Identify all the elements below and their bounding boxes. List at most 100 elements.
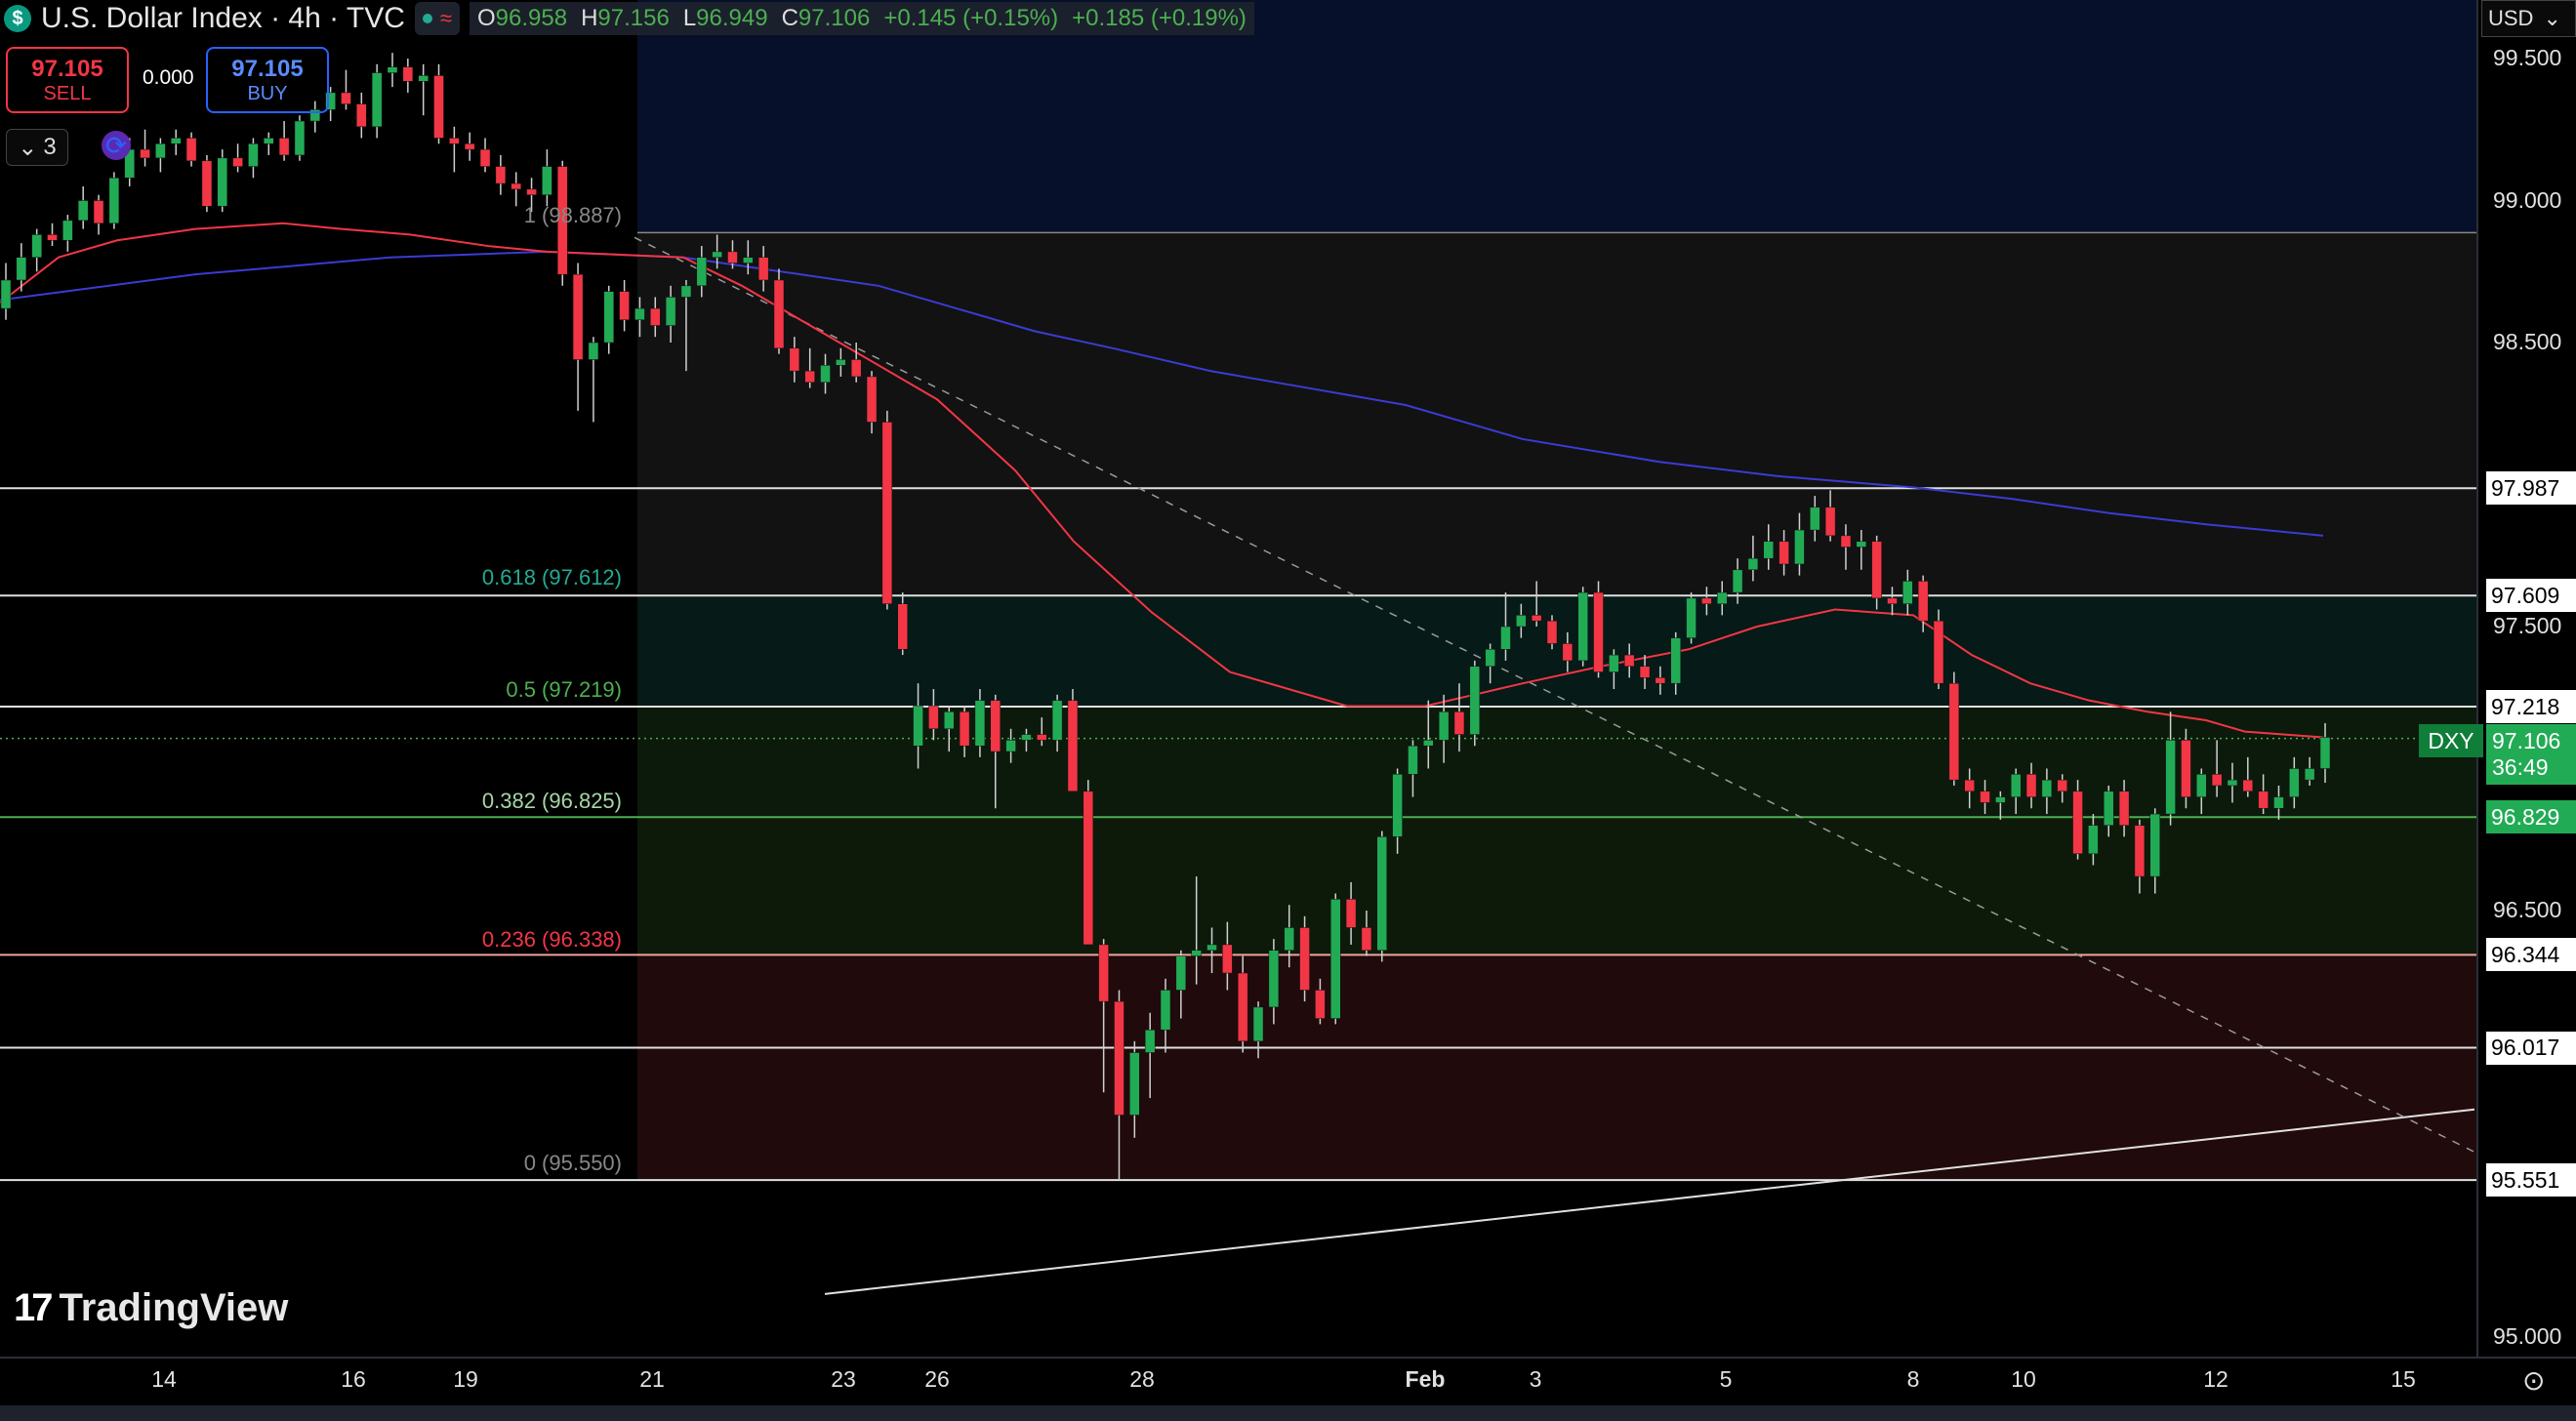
- candle-body: [1252, 1006, 1264, 1042]
- buy-price: 97.105: [231, 55, 304, 82]
- candle-body: [2010, 774, 2022, 797]
- sync-icon[interactable]: ⟳: [102, 131, 131, 160]
- candle-body: [665, 297, 676, 326]
- candle-body: [866, 376, 878, 423]
- level-price-tag: 96.344: [2486, 938, 2576, 972]
- chevron-down-icon: ⌄: [18, 134, 38, 161]
- candle-body: [2227, 779, 2238, 787]
- candle-body: [757, 257, 769, 281]
- candle-body: [1500, 626, 1511, 650]
- candle-body: [341, 92, 351, 104]
- candle-body: [1794, 529, 1805, 565]
- candle-body: [62, 220, 73, 241]
- candle-body: [77, 200, 89, 222]
- candle-body: [1516, 615, 1527, 628]
- chart-canvas[interactable]: [0, 0, 2576, 1421]
- candle-body: [1329, 899, 1341, 1019]
- candle-body: [1609, 654, 1619, 672]
- candle-body: [1747, 557, 1759, 571]
- change-value: +0.145 (+0.15%): [883, 5, 1059, 31]
- dollar-logo-icon[interactable]: $: [4, 5, 31, 32]
- time-tick-label: 12: [2203, 1366, 2228, 1392]
- candle-body: [294, 120, 306, 156]
- fib-level-label: 1 (98.887): [523, 203, 622, 228]
- candle-body: [2088, 825, 2099, 855]
- candle-body: [217, 157, 228, 207]
- indicators-toggle-button[interactable]: ⌄ 3: [6, 129, 68, 166]
- indicator-count: 3: [43, 134, 57, 160]
- candle-body: [619, 291, 630, 320]
- price-tick-label: 95.000: [2493, 1322, 2562, 1349]
- tradingview-logo-icon: 17: [14, 1286, 53, 1329]
- candle-body: [2025, 774, 2037, 797]
- candle-body: [2211, 774, 2223, 787]
- candle-body: [820, 365, 831, 383]
- price-axis-divider: [2476, 0, 2478, 1357]
- tradingview-watermark[interactable]: 17 TradingView: [14, 1286, 288, 1330]
- market-status[interactable]: ≈: [414, 2, 460, 35]
- candle-body: [1345, 899, 1357, 928]
- candle-body: [1902, 581, 1913, 604]
- candle-body: [712, 251, 722, 258]
- candle-body: [928, 706, 939, 730]
- candle-body: [2057, 779, 2067, 792]
- candle-body: [371, 72, 383, 128]
- candle-body: [479, 148, 491, 167]
- candle-body: [464, 143, 475, 150]
- symbol-title[interactable]: U.S. Dollar Index · 4h · TVC: [41, 2, 405, 35]
- time-tick-label: 23: [831, 1366, 856, 1392]
- price-tick-label: 97.500: [2493, 613, 2562, 638]
- open-value: 96.958: [495, 5, 568, 31]
- candle-body: [1021, 734, 1032, 741]
- candle-body: [1701, 597, 1712, 604]
- buy-button[interactable]: 97.105 BUY: [206, 47, 329, 113]
- candle-body: [696, 257, 708, 287]
- candle-body: [680, 285, 692, 298]
- low-label: L: [682, 5, 697, 31]
- candle-body: [108, 177, 120, 224]
- market-open-icon: [422, 14, 432, 23]
- candle-body: [2118, 791, 2130, 826]
- candle-body: [1469, 666, 1481, 735]
- symbol-header: $ U.S. Dollar Index · 4h · TVC ≈ O96.958…: [0, 0, 1254, 37]
- candle-body: [526, 188, 537, 195]
- time-tick-label: 19: [453, 1366, 478, 1392]
- candle-body: [1037, 734, 1047, 741]
- candle-body: [1964, 779, 1975, 792]
- change2-value: +0.185 (+0.19%): [1072, 5, 1247, 31]
- candle-body: [1051, 700, 1063, 741]
- candle-body: [1856, 541, 1867, 548]
- candle-body: [650, 307, 661, 326]
- candle-body: [1531, 615, 1542, 622]
- sell-button[interactable]: 97.105 SELL: [6, 47, 129, 113]
- candle-body: [2103, 791, 2114, 826]
- candle-body: [1423, 740, 1434, 747]
- candle-body: [773, 279, 785, 349]
- candle-body: [1810, 507, 1820, 531]
- chart-settings-icon[interactable]: ⊙: [2522, 1364, 2545, 1397]
- candle-body: [155, 143, 166, 159]
- spread-value: 0.000: [143, 66, 194, 89]
- close-label: C: [781, 5, 798, 31]
- candle-body: [1237, 972, 1248, 1042]
- candle-body: [603, 291, 615, 344]
- bottom-strip: [0, 1405, 2576, 1421]
- candle-body: [1670, 637, 1681, 684]
- time-tick-label: 8: [1906, 1366, 1920, 1392]
- candle-body: [727, 251, 738, 264]
- currency-select[interactable]: USD ⌄: [2481, 0, 2576, 37]
- candle-body: [913, 706, 923, 747]
- candle-body: [1098, 944, 1109, 1002]
- candle-body: [16, 257, 27, 281]
- candle-body: [1175, 955, 1187, 991]
- candle-body: [1114, 1000, 1124, 1116]
- candle-body: [1871, 541, 1882, 599]
- fib-zone: [637, 818, 2476, 957]
- candle-body: [1546, 620, 1558, 644]
- candle-body: [1593, 591, 1604, 672]
- candle-body: [1732, 569, 1743, 593]
- candle-body: [1376, 836, 1388, 951]
- candle-body: [1623, 654, 1635, 667]
- candle-body: [1453, 711, 1465, 735]
- fib-zone: [637, 594, 2476, 707]
